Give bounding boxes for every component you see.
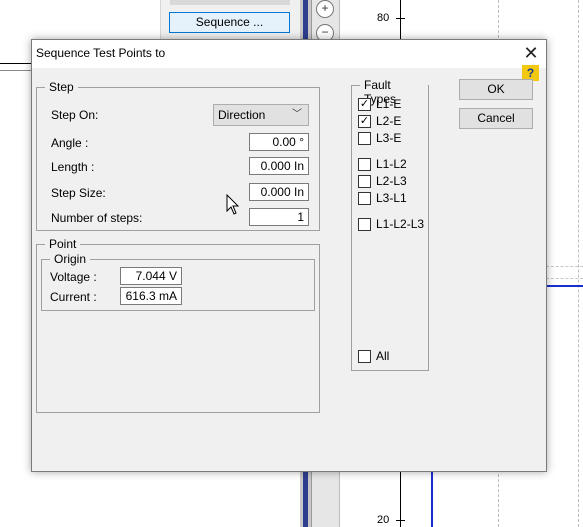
checkbox-label: L2-L3 bbox=[376, 174, 407, 188]
length-input[interactable]: 0.000 In bbox=[249, 157, 309, 175]
cancel-button[interactable]: Cancel bbox=[459, 108, 533, 129]
point-group-legend: Point bbox=[45, 237, 81, 251]
chart-trace bbox=[431, 470, 433, 527]
checkbox[interactable] bbox=[358, 218, 371, 231]
step-size-label: Step Size: bbox=[51, 186, 106, 200]
chart-tick-label: 20 bbox=[377, 514, 390, 526]
background-sequence-button[interactable]: Sequence ... bbox=[169, 12, 290, 33]
checkbox-label: L1-E bbox=[376, 97, 402, 111]
ok-button[interactable]: OK bbox=[459, 79, 533, 100]
current-input[interactable]: 616.3 mA bbox=[120, 287, 182, 305]
dialog-title: Sequence Test Points to bbox=[36, 46, 166, 60]
step-size-input[interactable]: 0.000 In bbox=[249, 183, 309, 201]
checkbox[interactable] bbox=[358, 158, 371, 171]
chart-grid-line bbox=[546, 266, 583, 267]
checkbox-label: L1-L2 bbox=[376, 157, 407, 171]
checkbox[interactable] bbox=[358, 192, 371, 205]
num-steps-input[interactable]: 1 bbox=[249, 208, 309, 226]
background-toolbar-strip bbox=[170, 0, 290, 5]
checkbox[interactable] bbox=[358, 132, 371, 145]
checkbox-label: L3-L1 bbox=[376, 191, 407, 205]
point-group: Point Origin Voltage : 7.044 V Current :… bbox=[36, 237, 320, 413]
checkbox[interactable] bbox=[358, 175, 371, 188]
dialog-titlebar[interactable]: Sequence Test Points to ✕ bbox=[32, 40, 546, 68]
checkbox[interactable]: ✓ bbox=[358, 98, 371, 111]
checkbox-label: L1-L2-L3 bbox=[376, 217, 425, 231]
origin-group: Origin Voltage : 7.044 V Current : 616.3… bbox=[41, 252, 315, 311]
chart-grid-line bbox=[578, 0, 579, 527]
angle-input[interactable]: 0.00 ° bbox=[249, 133, 309, 151]
chart-trace bbox=[546, 285, 583, 287]
step-on-value: Direction bbox=[218, 108, 266, 122]
sequence-test-points-dialog: Sequence Test Points to ✕ ? Step Step On… bbox=[31, 39, 547, 472]
background-line bbox=[0, 70, 31, 71]
step-group-legend: Step bbox=[45, 80, 78, 94]
voltage-label: Voltage : bbox=[50, 270, 97, 284]
checkbox-label: L2-E bbox=[376, 114, 402, 128]
chart-grid-line bbox=[546, 278, 583, 279]
fault-types-group: Fault Types ✓ L1-E ✓ L2-E L3-E L1-L2 L2-… bbox=[351, 78, 429, 371]
step-on-label: Step On: bbox=[51, 108, 99, 122]
checkbox[interactable]: ✓ bbox=[358, 115, 371, 128]
step-on-select[interactable]: Direction ﹀ bbox=[213, 104, 309, 126]
length-label: Length : bbox=[51, 160, 95, 174]
angle-label: Angle : bbox=[51, 136, 89, 150]
voltage-input[interactable]: 7.044 V bbox=[120, 267, 182, 285]
mouse-cursor-icon bbox=[226, 194, 240, 215]
close-icon[interactable]: ✕ bbox=[516, 40, 546, 68]
zoom-in-icon[interactable]: + bbox=[316, 0, 334, 18]
step-group: Step Step On: Direction ﹀ Angle : 0.00 °… bbox=[36, 80, 320, 231]
chart-tick bbox=[396, 520, 405, 521]
checkbox[interactable] bbox=[358, 350, 371, 363]
num-steps-label: Number of steps: bbox=[51, 211, 143, 225]
chevron-down-icon: ﹀ bbox=[292, 109, 302, 120]
checkbox-label: All bbox=[376, 349, 390, 363]
background-line bbox=[0, 63, 31, 64]
checkbox-label: L3-E bbox=[376, 131, 402, 145]
origin-group-legend: Origin bbox=[50, 252, 91, 266]
current-label: Current : bbox=[50, 290, 97, 304]
chart-tick-label: 80 bbox=[377, 12, 390, 24]
chart-tick bbox=[396, 18, 405, 19]
